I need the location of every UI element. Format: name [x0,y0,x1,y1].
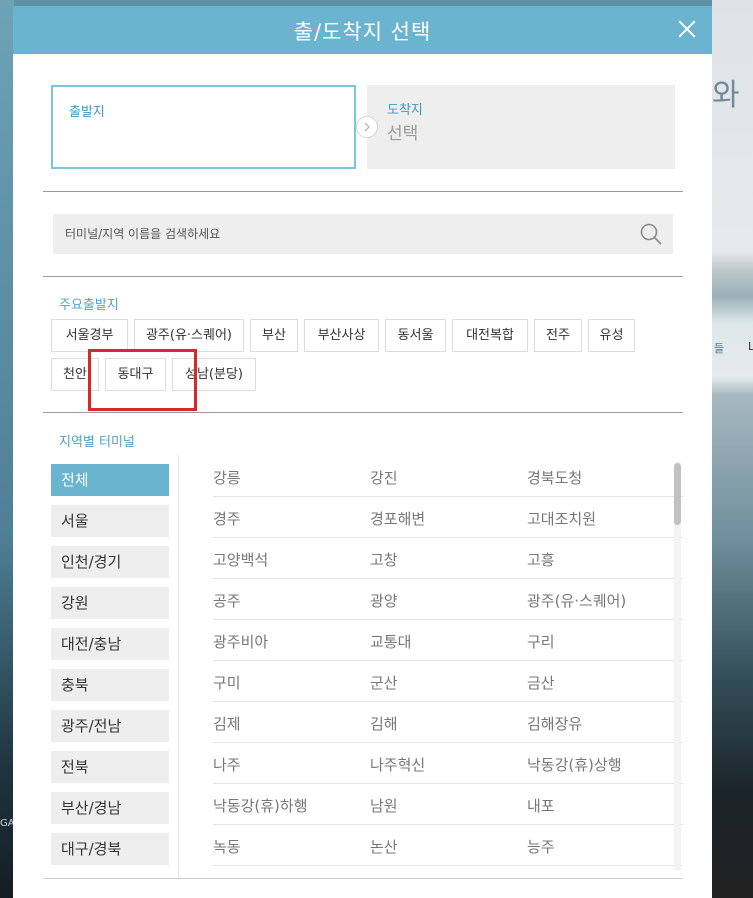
terminal-item[interactable]: 고흥 [527,549,555,570]
terminal-item[interactable]: 논산 [370,836,398,857]
region-terminals-title: 지역별 터미널 [59,435,135,450]
terminal-row: 김제 김해 김해장유 [213,702,683,743]
major-departure-chip[interactable]: 부산 [250,319,298,352]
terminal-row: 낙동강(휴)하행 남원 내포 [213,784,683,825]
major-departure-chip[interactable]: 부산사상 [304,319,379,352]
major-departure-chip[interactable]: 전주 [534,319,582,352]
close-icon[interactable] [674,16,700,42]
search-icon[interactable] [639,222,663,246]
terminal-item[interactable]: 고대조치원 [527,508,596,529]
terminal-item[interactable]: 낙동강(휴)상행 [527,754,622,775]
background-right-strip [712,0,753,898]
modal-header: 출/도착지 선택 [13,6,712,54]
background-link: L [748,340,753,353]
terminal-item[interactable]: 군산 [370,672,398,693]
region-tab[interactable]: 강원 [51,587,169,619]
arrival-label: 도착지 [387,103,423,118]
highlight-box [88,349,197,411]
terminal-item[interactable]: 광주(유·스퀘어) [527,590,626,611]
terminal-item[interactable]: 강릉 [213,467,241,488]
terminal-item[interactable]: 광주비아 [213,631,268,652]
terminal-item[interactable]: 남원 [370,795,398,816]
major-departure-chip[interactable]: 광주(유·스퀘어) [134,319,244,352]
major-departure-chip[interactable]: 유성 [588,319,635,352]
major-departure-chip[interactable]: 동서울 [385,319,446,352]
terminal-row: 광주비아 교통대 구리 [213,620,683,661]
background-link: 들 [714,342,725,355]
terminal-item[interactable]: 경주 [213,508,241,529]
scrollbar-thumb[interactable] [674,463,681,525]
region-tab[interactable]: 전북 [51,751,169,783]
divider [43,191,683,192]
background-heading: 와 [712,78,740,113]
terminal-row: 경주 경포해변 고대조치원 [213,497,683,538]
region-divider [178,455,179,878]
terminal-item[interactable]: 경북도청 [527,467,582,488]
terminal-item[interactable]: 나주혁신 [370,754,425,775]
terminal-row: 나주 나주혁신 낙동강(휴)상행 [213,743,683,784]
terminal-item[interactable]: 내포 [527,795,555,816]
terminal-item[interactable]: 광양 [370,590,398,611]
terminal-item[interactable]: 구미 [213,672,241,693]
terminal-row: 녹동 논산 능주 [213,825,683,866]
search-input[interactable] [53,214,633,254]
departure-field[interactable]: 출발지 [51,85,356,169]
terminal-row: 고양백석 고창 고흥 [213,538,683,579]
terminal-item[interactable]: 고양백석 [213,549,268,570]
terminal-row: 구미 군산 금산 [213,661,683,702]
arrow-right-icon [356,116,378,138]
region-tab[interactable]: 대전/충남 [51,628,169,660]
region-tab[interactable]: 서울 [51,505,169,537]
terminal-item[interactable]: 교통대 [370,631,411,652]
terminal-item[interactable]: 강진 [370,467,398,488]
terminal-item[interactable]: 공주 [213,590,241,611]
divider [43,276,683,277]
terminal-item[interactable]: 낙동강(휴)하행 [213,795,308,816]
major-departure-chip[interactable]: 서울경부 [51,319,128,352]
region-tab[interactable]: 전체 [51,464,169,496]
terminal-item[interactable]: 구리 [527,631,555,652]
region-tab[interactable]: 부산/경남 [51,792,169,824]
major-departures-title: 주요출발지 [59,298,119,313]
terminal-item[interactable]: 김해 [370,713,398,734]
departure-label: 출발지 [69,105,105,120]
terminal-item[interactable]: 고창 [370,549,398,570]
search-bar [53,214,673,254]
terminal-item[interactable]: 녹동 [213,836,241,857]
region-tab[interactable]: 인천/경기 [51,546,169,578]
background-left-strip [0,0,14,898]
arrival-field[interactable]: 도착지 선택 [367,85,675,169]
terminal-item[interactable]: 나주 [213,754,241,775]
region-tab[interactable]: 대구/경북 [51,833,169,865]
terminal-item[interactable]: 김해장유 [527,713,582,734]
terminal-item[interactable]: 경포해변 [370,508,425,529]
modal-title: 출/도착지 선택 [293,20,432,44]
region-tab[interactable]: 충북 [51,669,169,701]
divider [43,412,683,413]
terminal-row: 강릉 강진 경북도청 [213,456,683,497]
major-departure-chip[interactable]: 대전복합 [452,319,528,352]
terminal-item[interactable]: 금산 [527,672,555,693]
arrival-value: 선택 [387,124,419,144]
terminal-item[interactable]: 능주 [527,836,555,857]
region-tab[interactable]: 광주/전남 [51,710,169,742]
terminal-row: 공주 광양 광주(유·스퀘어) [213,579,683,620]
terminal-item[interactable]: 김제 [213,713,241,734]
terminal-select-modal: 출/도착지 선택 출발지 도착지 선택 주요출발지 서울경부광주(유·스퀘어)부… [13,6,712,898]
